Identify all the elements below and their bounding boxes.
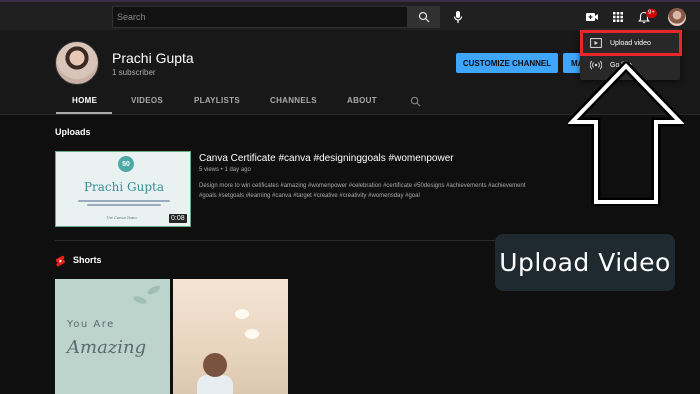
channel-avatar: [55, 41, 99, 85]
uploads-section-title: Uploads: [55, 127, 91, 137]
tab-playlists[interactable]: PLAYLISTS: [194, 96, 240, 105]
search-icon: [410, 96, 421, 107]
apps-grid-icon: [613, 12, 623, 22]
customize-channel-button[interactable]: CUSTOMIZE CHANNEL: [456, 53, 558, 73]
thumbnail-name: Prachi Gupta: [83, 180, 165, 194]
short-thumbnail-1[interactable]: You Are Amazing: [55, 279, 170, 394]
light-spot: [245, 329, 259, 339]
thumbnail-text-lines: [78, 200, 170, 212]
account-avatar[interactable]: [668, 8, 686, 26]
create-button[interactable]: [584, 9, 600, 25]
shorts-icon: [55, 255, 65, 267]
leaf-decoration: [132, 294, 148, 306]
upload-video-callout: Upload Video: [495, 234, 675, 291]
video-meta: 5 views • 1 day ago: [199, 167, 251, 173]
channel-search-button[interactable]: [410, 94, 421, 112]
search-button[interactable]: [408, 6, 440, 28]
short-text-line1: You Are: [67, 319, 115, 330]
person-body: [197, 375, 233, 394]
notification-count-badge: 9+: [646, 9, 657, 18]
create-video-icon: [586, 13, 598, 21]
video-title[interactable]: Canva Certificate #canva #designinggoals…: [199, 153, 454, 164]
person-head: [203, 353, 227, 377]
video-duration: 0:08: [169, 214, 187, 223]
upload-video-highlight-box: [580, 30, 682, 56]
fifty-badge: 50: [118, 156, 134, 172]
short-thumbnail-2[interactable]: [173, 279, 288, 394]
short-text-line2: Amazing: [67, 337, 147, 358]
video-description: Design more to win cetificates #amazing …: [199, 183, 526, 199]
search-icon: [418, 11, 430, 23]
top-bar: 9+: [0, 2, 700, 30]
shorts-section-title: Shorts: [73, 255, 102, 265]
apps-button[interactable]: [610, 9, 626, 25]
tab-home[interactable]: HOME: [72, 96, 97, 105]
subscriber-count: 1 subscriber: [112, 68, 156, 77]
up-arrow-annotation: [568, 62, 684, 206]
search-input[interactable]: [112, 6, 408, 28]
voice-search-button[interactable]: [448, 7, 468, 27]
light-spot: [235, 309, 249, 319]
channel-name: Prachi Gupta: [112, 50, 194, 66]
leaf-decoration: [146, 283, 162, 297]
tab-about[interactable]: ABOUT: [347, 96, 377, 105]
tab-videos[interactable]: VIDEOS: [131, 96, 163, 105]
tab-channels[interactable]: CHANNELS: [270, 96, 317, 105]
thumbnail-signature: The Canva Team: [106, 215, 137, 220]
mic-icon: [453, 11, 463, 23]
